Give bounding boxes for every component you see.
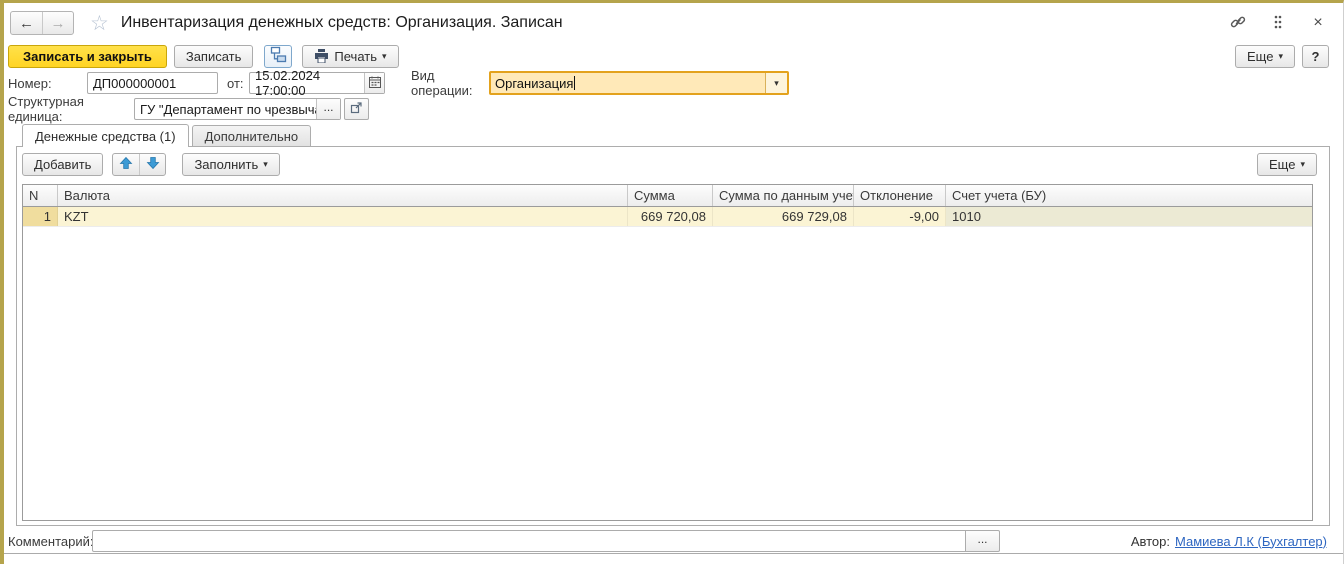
operation-type-value: Организация [495,75,574,91]
command-bar: Записать и закрыть Записать Печать ▾ Еще… [8,42,1337,70]
column-header-deviation: Отклонение [854,185,946,206]
caret-down-icon: ▾ [774,77,779,88]
table-row[interactable]: 1 KZT 669 720,08 669 729,08 -9,00 1010 [23,207,1312,227]
date-input[interactable]: 15.02.2024 17:00:00 [250,68,364,98]
title-bar-actions: × [1227,12,1337,34]
printer-icon [314,49,329,63]
title-bar: ← → ☆ Инвентаризация денежных средств: О… [6,6,1337,40]
add-row-button[interactable]: Добавить [22,153,104,176]
copy-link-button[interactable] [1227,12,1249,34]
structural-unit-label: Структурная единица: [8,94,84,124]
cell-amount-accounting[interactable]: 669 729,08 [713,207,854,226]
vertical-dots-icon [1272,14,1284,33]
back-icon: ← [19,14,34,32]
table-toolbar: Добавить Заполнить ▾ Еще ▾ [22,152,1317,177]
print-button[interactable]: Печать ▾ [302,44,399,68]
structural-unit-field: ГУ "Департамент по чрезвычайным ... [134,98,341,120]
header-fields-row: Номер: ДП000000001 от: 15.02.2024 17:00:… [8,68,1337,98]
number-input[interactable]: ДП000000001 [87,72,218,94]
link-icon [1229,13,1247,34]
structural-unit-open-button[interactable] [344,98,369,120]
help-button[interactable]: ? [1302,44,1329,68]
structural-unit-input[interactable]: ГУ "Департамент по чрезвычайным [135,99,316,119]
table-empty-area [23,227,1312,520]
calendar-icon [368,76,381,91]
arrow-up-icon [119,156,133,173]
tab-additional[interactable]: Дополнительно [191,125,312,146]
cell-currency[interactable]: KZT [58,207,628,226]
comment-field: ... [92,530,1000,552]
column-header-currency: Валюта [58,185,628,206]
fill-button-label: Заполнить [194,157,259,172]
more-button[interactable]: Еще ▾ [1235,44,1295,68]
window-bottom-divider [4,553,1343,554]
comment-input[interactable] [92,530,966,552]
table-more-label: Еще [1269,157,1296,172]
column-header-account: Счет учета (БУ) [952,188,1047,203]
forward-button[interactable]: → [42,12,73,34]
tab-cash-funds[interactable]: Денежные средства (1) [22,124,189,147]
more-button-label: Еще [1247,48,1274,64]
column-header-amount-accounting: Сумма по данным учета [713,185,854,206]
date-field: 15.02.2024 17:00:00 [249,68,385,98]
arrow-down-icon [146,156,160,173]
favorite-star-icon[interactable]: ☆ [90,13,109,34]
footer-row: Комментарий: ... Автор: Мамиева Л.К (Бух… [8,529,1337,553]
save-button[interactable]: Записать [173,44,254,68]
move-row-up-button[interactable] [113,154,139,175]
fill-button[interactable]: Заполнить ▾ [182,153,280,176]
date-label: от: [227,75,244,91]
close-button[interactable]: × [1307,12,1329,34]
author-link[interactable]: Мамиева Л.К (Бухгалтер) [1175,534,1327,549]
operation-type-label: Вид операции: [411,68,473,98]
document-window: ← → ☆ Инвентаризация денежных средств: О… [0,0,1344,564]
caret-down-icon: ▾ [1300,159,1305,169]
command-bar-right: Еще ▾ ? [1235,44,1337,68]
back-button[interactable]: ← [11,12,42,34]
table-header-row: N Валюта Сумма Сумма по данным учета Отк… [23,185,1312,207]
move-row-group [112,153,167,176]
column-header-n: N [23,185,58,206]
author-block: Автор: Мамиева Л.К (Бухгалтер) [1131,534,1337,549]
structural-unit-select-button[interactable]: ... [316,99,340,119]
unit-field-row: Структурная единица: ГУ "Департамент по … [8,94,1337,124]
page-title: Инвентаризация денежных средств: Организ… [120,14,563,31]
table-more-button[interactable]: Еще ▾ [1257,153,1317,176]
show-postings-button[interactable] [264,44,293,68]
related-documents-icon [270,46,287,66]
operation-type-input[interactable]: Организация [491,73,765,93]
forward-icon: → [50,14,66,32]
column-header-amount: Сумма [628,185,713,206]
close-icon: × [1313,14,1323,31]
cell-row-number[interactable]: 1 [23,207,58,226]
tab-bar: Денежные средства (1) Дополнительно [22,124,312,147]
number-label: Номер: [8,75,52,91]
cash-funds-panel: Добавить Заполнить ▾ Еще ▾ N Валюта Сумм… [16,146,1330,526]
comment-label: Комментарий: [8,533,94,549]
caret-down-icon: ▾ [263,159,268,169]
save-and-close-button[interactable]: Записать и закрыть [8,44,167,68]
calendar-picker-button[interactable] [364,73,384,93]
cell-deviation[interactable]: -9,00 [854,207,946,226]
settings-menu-button[interactable] [1267,12,1289,34]
operation-type-field: Организация ▾ [489,71,789,95]
cell-amount[interactable]: 669 720,08 [628,207,713,226]
comment-expand-button[interactable]: ... [966,530,1000,552]
text-cursor [574,76,576,90]
open-in-window-icon [350,101,363,117]
move-row-down-button[interactable] [139,154,165,175]
caret-down-icon: ▾ [1278,50,1283,61]
print-button-label: Печать [334,48,377,64]
cash-table: N Валюта Сумма Сумма по данным учета Отк… [22,184,1313,521]
caret-down-icon: ▾ [382,50,387,61]
nav-history-group: ← → [10,11,74,35]
cell-account[interactable]: 1010 [946,207,1312,226]
operation-type-dropdown-button[interactable]: ▾ [765,73,787,93]
author-label: Автор: [1130,533,1170,549]
